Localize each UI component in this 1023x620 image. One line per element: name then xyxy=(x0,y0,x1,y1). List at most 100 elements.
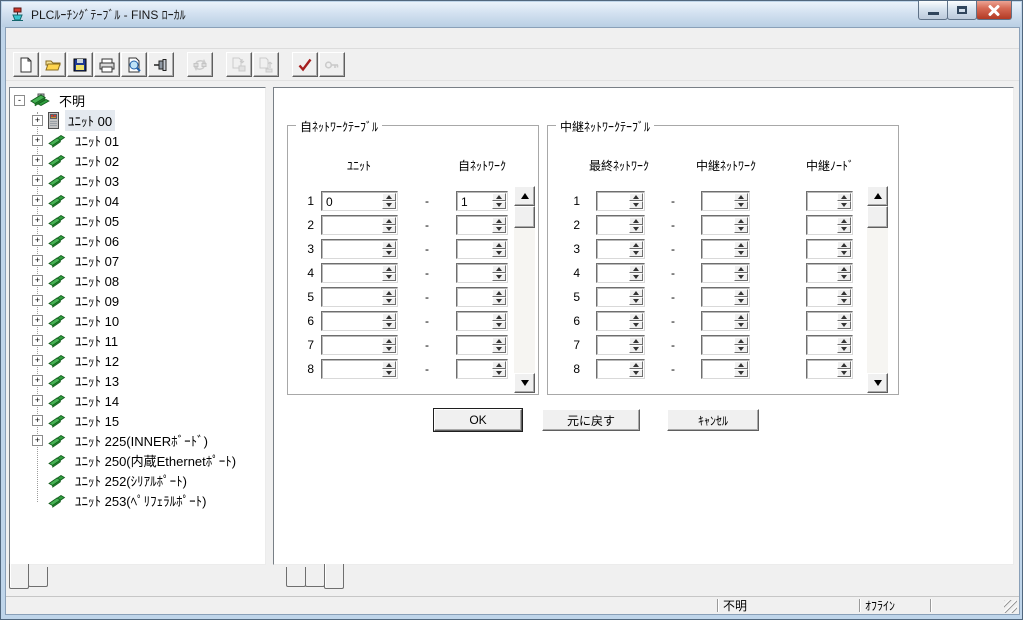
tree-item-label[interactable]: ﾕﾆｯﾄ 05 xyxy=(72,210,122,231)
spin-down-button[interactable] xyxy=(492,369,506,377)
relay-network-spinner-value[interactable] xyxy=(702,216,733,234)
final-network-spinner-value[interactable] xyxy=(597,360,628,378)
tree-item[interactable]: + ﾕﾆｯﾄ 11 xyxy=(10,330,265,350)
relay-network-spinner-value[interactable] xyxy=(702,288,733,306)
spin-down-button[interactable] xyxy=(629,225,643,233)
tree-item[interactable]: + ﾕﾆｯﾄ 14 xyxy=(10,390,265,410)
tree-expand-toggle[interactable]: + xyxy=(32,155,43,166)
resize-grip[interactable] xyxy=(1004,600,1017,613)
tree-expand-toggle[interactable]: + xyxy=(32,175,43,186)
relay-network-spinner[interactable] xyxy=(701,239,750,259)
tree-item[interactable]: + ﾕﾆｯﾄ 12 xyxy=(10,350,265,370)
relay-node-spinner-value[interactable] xyxy=(807,288,836,306)
scroll-down-button[interactable] xyxy=(514,373,535,393)
spin-up-button[interactable] xyxy=(382,217,396,225)
tree-item[interactable]: ﾕﾆｯﾄ 250(内蔵Ethernetﾎﾟｰﾄ) xyxy=(10,450,265,470)
tree-item[interactable]: - 不明 xyxy=(10,90,265,110)
spin-down-button[interactable] xyxy=(734,225,748,233)
tree-item-label[interactable]: ﾕﾆｯﾄ 14 xyxy=(72,390,122,411)
spin-down-button[interactable] xyxy=(629,249,643,257)
local-network-spinner[interactable] xyxy=(456,311,508,331)
spin-down-button[interactable] xyxy=(734,273,748,281)
tree-item[interactable]: + ﾕﾆｯﾄ 225(INNERﾎﾞｰﾄﾞ) xyxy=(10,430,265,450)
tree-expand-toggle[interactable]: + xyxy=(32,355,43,366)
local-network-spinner-value[interactable] xyxy=(457,360,491,378)
final-network-spinner[interactable] xyxy=(596,311,645,331)
relay-node-spinner[interactable] xyxy=(806,287,853,307)
final-network-spinner-value[interactable] xyxy=(597,312,628,330)
relay-network-spinner-value[interactable] xyxy=(702,336,733,354)
tree-item[interactable]: + ﾕﾆｯﾄ 13 xyxy=(10,370,265,390)
spin-down-button[interactable] xyxy=(492,201,506,209)
local-network-spinner[interactable] xyxy=(456,359,508,379)
unit-spinner[interactable] xyxy=(321,239,398,259)
relay-network-spinner[interactable] xyxy=(701,287,750,307)
toolbar-button[interactable] xyxy=(226,52,252,77)
relay-node-spinner[interactable] xyxy=(806,335,853,355)
tree-item[interactable]: + ﾕﾆｯﾄ 03 xyxy=(10,170,265,190)
tree-expand-toggle[interactable]: + xyxy=(32,255,43,266)
spin-down-button[interactable] xyxy=(492,225,506,233)
unit-spinner[interactable] xyxy=(321,311,398,331)
spin-down-button[interactable] xyxy=(629,297,643,305)
local-table-scrollbar[interactable] xyxy=(514,186,535,393)
local-network-spinner-value[interactable] xyxy=(457,264,491,282)
tree-item-label[interactable]: ﾕﾆｯﾄ 10 xyxy=(72,310,122,331)
tree-item-label[interactable]: ﾕﾆｯﾄ 13 xyxy=(72,370,122,391)
relay-network-spinner-value[interactable] xyxy=(702,312,733,330)
tree-expand-toggle[interactable]: + xyxy=(32,115,43,126)
tree-expand-toggle[interactable]: + xyxy=(32,135,43,146)
spin-up-button[interactable] xyxy=(629,361,643,369)
spin-up-button[interactable] xyxy=(492,337,506,345)
tree-item-label[interactable]: ﾕﾆｯﾄ 03 xyxy=(72,170,122,191)
spin-down-button[interactable] xyxy=(629,369,643,377)
spin-down-button[interactable] xyxy=(734,297,748,305)
spin-up-button[interactable] xyxy=(629,193,643,201)
toolbar-button[interactable] xyxy=(121,52,147,77)
relay-network-spinner-value[interactable] xyxy=(702,192,733,210)
relay-node-spinner[interactable] xyxy=(806,239,853,259)
spin-up-button[interactable] xyxy=(837,361,851,369)
spin-down-button[interactable] xyxy=(492,297,506,305)
relay-node-spinner[interactable] xyxy=(806,359,853,379)
tree-item[interactable]: + ﾕﾆｯﾄ 15 xyxy=(10,410,265,430)
relay-network-spinner-value[interactable] xyxy=(702,360,733,378)
spin-up-button[interactable] xyxy=(382,289,396,297)
spin-down-button[interactable] xyxy=(382,225,396,233)
tree-item[interactable]: + ﾕﾆｯﾄ 04 xyxy=(10,190,265,210)
spin-up-button[interactable] xyxy=(734,289,748,297)
tree-item-label[interactable]: ﾕﾆｯﾄ 225(INNERﾎﾞｰﾄﾞ) xyxy=(72,430,211,451)
spin-up-button[interactable] xyxy=(837,193,851,201)
tree-view-tab[interactable] xyxy=(9,564,29,589)
unit-spinner[interactable] xyxy=(321,359,398,379)
unit-spinner-value[interactable] xyxy=(322,264,381,282)
spin-up-button[interactable] xyxy=(629,313,643,321)
spin-down-button[interactable] xyxy=(382,369,396,377)
spin-up-button[interactable] xyxy=(837,337,851,345)
tree-item-label[interactable]: ﾕﾆｯﾄ 09 xyxy=(72,290,122,311)
tree-expand-toggle[interactable]: + xyxy=(32,315,43,326)
relay-node-spinner[interactable] xyxy=(806,215,853,235)
toolbar-button[interactable] xyxy=(13,52,39,77)
view-tab[interactable] xyxy=(286,567,306,587)
final-network-spinner-value[interactable] xyxy=(597,216,628,234)
relay-network-spinner[interactable] xyxy=(701,263,750,283)
minimize-button[interactable] xyxy=(918,1,948,20)
spin-up-button[interactable] xyxy=(492,289,506,297)
spin-down-button[interactable] xyxy=(837,297,851,305)
spin-down-button[interactable] xyxy=(382,321,396,329)
tree-item-label[interactable]: ﾕﾆｯﾄ 11 xyxy=(72,330,121,351)
menu-item[interactable] xyxy=(81,36,99,41)
spin-down-button[interactable] xyxy=(382,297,396,305)
spin-up-button[interactable] xyxy=(734,193,748,201)
spin-up-button[interactable] xyxy=(629,337,643,345)
spin-down-button[interactable] xyxy=(492,249,506,257)
unit-spinner-value[interactable] xyxy=(322,336,381,354)
spin-down-button[interactable] xyxy=(734,249,748,257)
toolbar-button[interactable] xyxy=(187,52,213,77)
final-network-spinner[interactable] xyxy=(596,215,645,235)
local-network-spinner-value[interactable] xyxy=(457,312,491,330)
tree-item[interactable]: + ﾕﾆｯﾄ 05 xyxy=(10,210,265,230)
relay-node-spinner-value[interactable] xyxy=(807,216,836,234)
spin-up-button[interactable] xyxy=(492,313,506,321)
